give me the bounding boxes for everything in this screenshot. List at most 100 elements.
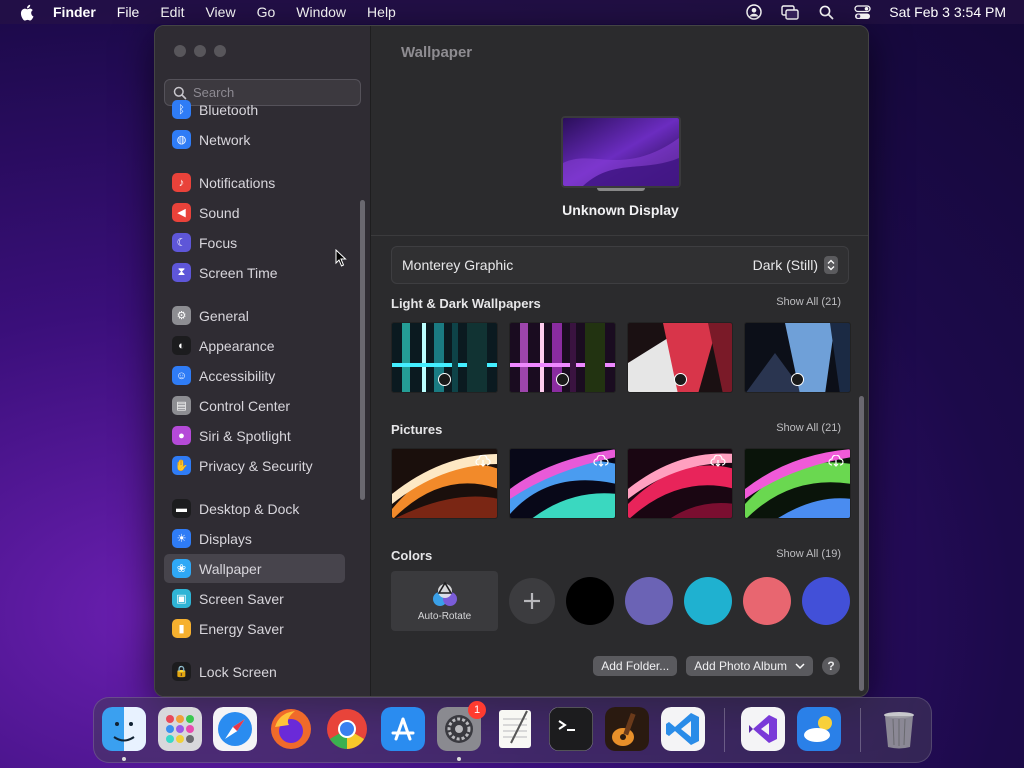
sidebar-item-label: Control Center — [199, 397, 291, 414]
page-title: Wallpaper — [401, 44, 473, 61]
launchpad-icon[interactable] — [158, 707, 202, 751]
colors-row: Auto-Rotate — [391, 571, 851, 631]
show-all-button[interactable]: Show All (21) — [776, 296, 841, 311]
color-swatch[interactable] — [743, 577, 791, 625]
cloud-download-icon — [828, 455, 844, 467]
color-swatch[interactable] — [566, 577, 614, 625]
show-all-button[interactable]: Show All (19) — [776, 548, 841, 563]
screen-mirroring-icon[interactable] — [781, 3, 799, 21]
show-all-button[interactable]: Show All (21) — [776, 422, 841, 437]
wallpaper-thumb[interactable] — [744, 322, 851, 393]
color-swatch[interactable] — [802, 577, 850, 625]
wallpaper-mode[interactable]: Dark (Still) — [753, 257, 818, 273]
sidebar-item-general[interactable]: ⚙ General — [164, 301, 345, 330]
menu-file[interactable]: File — [117, 4, 140, 20]
sidebar-item-network[interactable]: ◍ Network — [164, 125, 345, 154]
help-button[interactable]: ? — [822, 657, 840, 675]
sidebar-item-label: Siri & Spotlight — [199, 427, 291, 444]
textedit-icon[interactable] — [493, 707, 537, 751]
add-folder-button[interactable]: Add Folder... — [593, 656, 678, 676]
firefox-icon[interactable] — [269, 707, 313, 751]
sidebar-item-bluetooth[interactable]: ᛒ Bluetooth — [164, 95, 345, 124]
safari-icon[interactable] — [213, 707, 257, 751]
search-icon[interactable] — [817, 3, 835, 21]
menu-go[interactable]: Go — [257, 4, 276, 20]
app-store-icon[interactable] — [381, 707, 425, 751]
section-colors: Colors Show All (19) — [391, 548, 841, 563]
user-icon[interactable] — [745, 3, 763, 21]
sidebar-item-desktop-dock[interactable]: ▬ Desktop & Dock — [164, 494, 345, 523]
auto-rotate-button[interactable]: Auto-Rotate — [391, 571, 498, 631]
wallpaper-thumb[interactable] — [391, 448, 498, 519]
minimize-button[interactable] — [194, 45, 206, 57]
bluetooth-icon: ᛒ — [172, 100, 191, 119]
weather-icon[interactable] — [797, 707, 841, 751]
display-preview — [561, 116, 681, 188]
wallpaper-thumb[interactable] — [508, 448, 616, 519]
menu-help[interactable]: Help — [367, 4, 396, 20]
vscode-icon[interactable] — [661, 707, 705, 751]
sidebar: Search ᛒ Bluetooth ◍ Network ♪ Notifications ◀… — [155, 26, 371, 696]
sidebar-item-accessibility[interactable]: ☺ Accessibility — [164, 361, 345, 390]
zoom-button[interactable] — [214, 45, 226, 57]
cloud-download-icon — [475, 455, 491, 467]
menu-window[interactable]: Window — [296, 4, 346, 20]
sidebar-item-screen-time[interactable]: ⧗ Screen Time — [164, 258, 345, 287]
sidebar-item-label: Appearance — [199, 337, 275, 354]
wallpaper-selector[interactable]: Monterey Graphic Dark (Still) — [391, 246, 849, 284]
menu-edit[interactable]: Edit — [160, 4, 184, 20]
siri-icon: ● — [172, 426, 191, 445]
sidebar-item-label: Desktop & Dock — [199, 500, 300, 517]
menu-clock[interactable]: Sat Feb 3 3:54 PM — [889, 4, 1006, 20]
color-swatch[interactable] — [625, 577, 673, 625]
add-color-button[interactable] — [509, 578, 555, 624]
dock-icon: ▬ — [172, 499, 191, 518]
sidebar-scrollbar[interactable] — [360, 200, 365, 500]
wallpaper-thumb[interactable] — [626, 322, 734, 393]
content-scrollbar[interactable] — [859, 396, 864, 691]
add-photo-album-button[interactable]: Add Photo Album — [686, 656, 813, 676]
dock-separator — [860, 708, 861, 752]
running-indicator — [457, 757, 461, 761]
menu-view[interactable]: View — [205, 4, 235, 20]
moon-icon: ☾ — [172, 233, 191, 252]
wallpaper-thumb[interactable] — [508, 322, 616, 393]
trash-icon[interactable] — [877, 707, 921, 751]
control-center-icon[interactable] — [853, 3, 871, 21]
wallpaper-thumb[interactable] — [744, 448, 851, 519]
chevron-updown-icon[interactable] — [824, 256, 838, 274]
settings-window: Search ᛒ Bluetooth ◍ Network ♪ Notifications ◀… — [154, 25, 869, 697]
chevron-down-icon — [795, 663, 805, 670]
finder-icon[interactable] — [102, 707, 146, 751]
sidebar-item-displays[interactable]: ☀ Displays — [164, 524, 345, 553]
sidebar-item-privacy-security[interactable]: ✋ Privacy & Security — [164, 451, 345, 480]
main-content: Wallpaper Unknown Display Monterey Graph… — [371, 26, 868, 696]
sidebar-item-label: Lock Screen — [199, 663, 277, 680]
close-button[interactable] — [174, 45, 186, 57]
terminal-icon[interactable] — [549, 707, 593, 751]
sidebar-item-energy-saver[interactable]: ▮ Energy Saver — [164, 614, 345, 643]
visual-studio-icon[interactable] — [741, 707, 785, 751]
wallpaper-thumb[interactable] — [391, 322, 498, 393]
hourglass-icon: ⧗ — [172, 263, 191, 282]
sidebar-item-label: Accessibility — [199, 367, 276, 384]
sidebar-item-control-center[interactable]: ▤ Control Center — [164, 391, 345, 420]
sun-icon: ☀ — [172, 529, 191, 548]
sidebar-item-wallpaper[interactable]: ❀ Wallpaper — [164, 554, 345, 583]
garageband-icon[interactable] — [605, 707, 649, 751]
sidebar-item-screen-saver[interactable]: ▣ Screen Saver — [164, 584, 345, 613]
sidebar-item-lock-screen[interactable]: 🔒 Lock Screen — [164, 657, 345, 686]
sidebar-item-siri-spotlight[interactable]: ● Siri & Spotlight — [164, 421, 345, 450]
sidebar-item-appearance[interactable]: ◐ Appearance — [164, 331, 345, 360]
section-title: Colors — [391, 548, 433, 563]
menu-app-name[interactable]: Finder — [53, 4, 96, 20]
sidebar-item-sound[interactable]: ◀ Sound — [164, 198, 345, 227]
sidebar-item-notifications[interactable]: ♪ Notifications — [164, 168, 345, 197]
chrome-icon[interactable] — [325, 707, 369, 751]
apple-icon[interactable] — [17, 3, 35, 21]
color-swatches — [555, 577, 850, 625]
sidebar-item-focus[interactable]: ☾ Focus — [164, 228, 345, 257]
display-stand — [597, 188, 645, 191]
wallpaper-thumb[interactable] — [626, 448, 734, 519]
color-swatch[interactable] — [684, 577, 732, 625]
